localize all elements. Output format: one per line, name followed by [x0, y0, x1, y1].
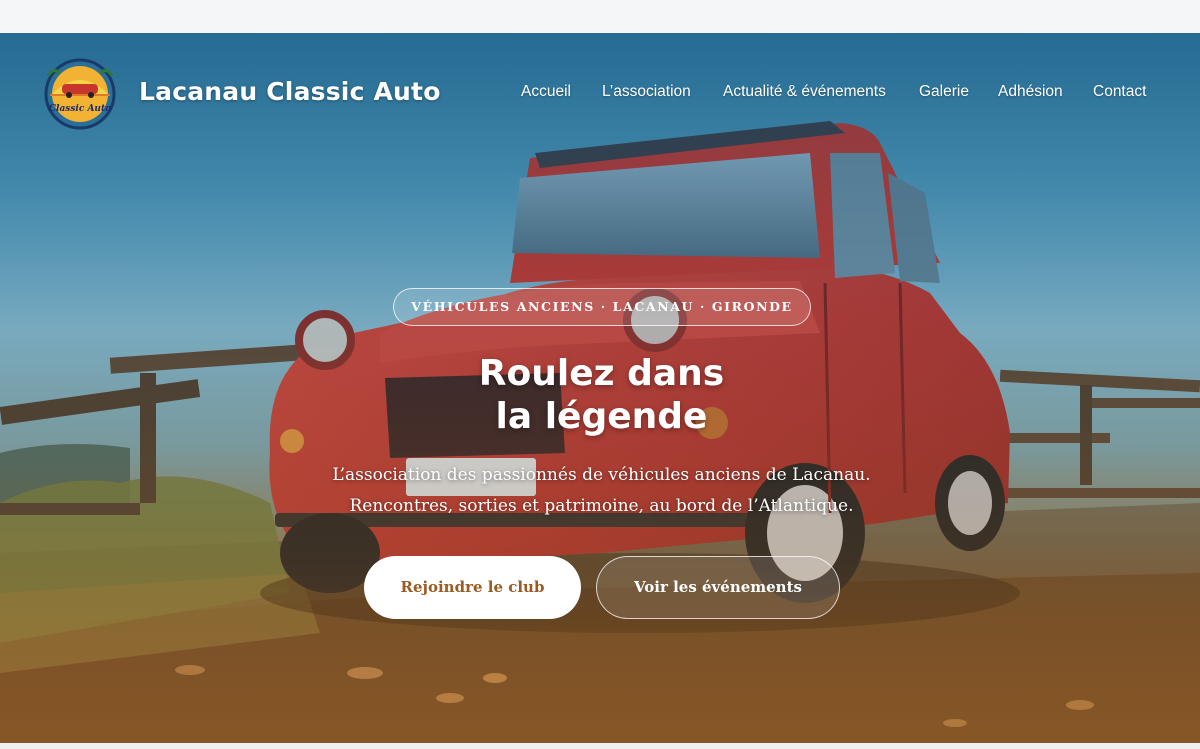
hero-subtitle-line1: L’association des passionnés de véhicule… [332, 465, 871, 485]
hero-subtitle-line2: Rencontres, sorties et patrimoine, au bo… [349, 496, 854, 516]
hero-title: Roulez dans la légende [400, 352, 803, 438]
hero-title-line1: Roulez dans [478, 353, 725, 394]
hero-subtitle: L’association des passionnés de véhicule… [300, 460, 903, 522]
bottom-strip [0, 743, 1200, 749]
view-events-button[interactable]: Voir les événements [596, 556, 840, 619]
hero-eyebrow-badge: VÉHICULES ANCIENS · LACANAU · GIRONDE [393, 288, 811, 326]
join-club-button[interactable]: Rejoindre le club [364, 556, 581, 619]
top-browser-strip [0, 0, 1200, 33]
hero-title-line2: la légende [495, 396, 708, 437]
nav-active-indicator [0, 83, 1200, 107]
